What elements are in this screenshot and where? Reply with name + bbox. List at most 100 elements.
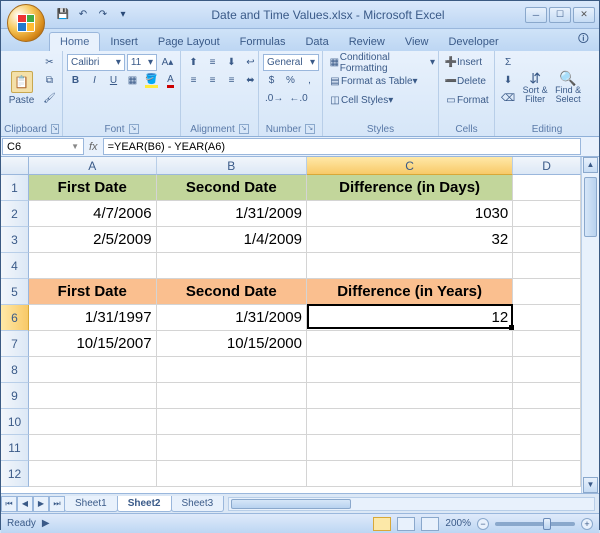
cell-A8[interactable] <box>29 357 157 383</box>
font-color-button[interactable]: A <box>162 72 179 89</box>
sheet-tab-sheet3[interactable]: Sheet3 <box>171 496 225 512</box>
bold-button[interactable]: B <box>67 72 84 89</box>
format-cells-button[interactable]: ▭Format <box>443 92 493 109</box>
cell-D9[interactable] <box>513 383 581 409</box>
tab-insert[interactable]: Insert <box>100 33 148 51</box>
zoom-in-button[interactable]: + <box>581 518 593 530</box>
sheet-tab-sheet1[interactable]: Sheet1 <box>64 496 118 512</box>
cell-A12[interactable] <box>29 461 157 487</box>
align-middle-button[interactable]: ≡ <box>204 54 221 71</box>
cell-B2[interactable]: 1/31/2009 <box>157 201 307 227</box>
cell-D6[interactable] <box>513 305 581 331</box>
underline-button[interactable]: U <box>105 72 122 89</box>
grow-font-button[interactable]: A▴ <box>159 54 176 71</box>
align-top-button[interactable]: ⬆ <box>185 54 202 71</box>
cell-C8[interactable] <box>307 357 513 383</box>
cell-B12[interactable] <box>157 461 307 487</box>
maximize-button[interactable]: ☐ <box>549 7 571 23</box>
cell-styles-button[interactable]: ◫Cell Styles ▾ <box>327 92 437 109</box>
fill-color-button[interactable]: 🪣 <box>143 72 160 89</box>
cell-C7[interactable] <box>307 331 513 357</box>
cell-A2[interactable]: 4/7/2006 <box>29 201 157 227</box>
cell-D7[interactable] <box>513 331 581 357</box>
cell-D12[interactable] <box>513 461 581 487</box>
minimize-button[interactable]: ─ <box>525 7 547 23</box>
tab-data[interactable]: Data <box>295 33 338 51</box>
cell-B3[interactable]: 1/4/2009 <box>157 227 307 253</box>
row-header-8[interactable]: 8 <box>1 357 29 383</box>
cell-B8[interactable] <box>157 357 307 383</box>
cell-B4[interactable] <box>157 253 307 279</box>
tab-formulas[interactable]: Formulas <box>230 33 296 51</box>
format-as-table-button[interactable]: ▤Format as Table ▾ <box>327 73 437 90</box>
column-header-B[interactable]: B <box>157 157 307 175</box>
help-icon[interactable]: 🛈 <box>574 28 593 51</box>
insert-cells-button[interactable]: ➕Insert <box>443 54 493 71</box>
cell-A5[interactable]: First Date <box>29 279 157 305</box>
sheet-tab-sheet2[interactable]: Sheet2 <box>117 496 172 512</box>
fx-button[interactable]: fx <box>89 141 98 153</box>
row-header-6[interactable]: 6 <box>1 305 29 331</box>
cell-A4[interactable] <box>29 253 157 279</box>
scroll-down-icon[interactable]: ▼ <box>583 477 598 493</box>
row-header-9[interactable]: 9 <box>1 383 29 409</box>
clipboard-dialog-icon[interactable]: ↘ <box>51 124 59 134</box>
find-select-button[interactable]: 🔍 Find & Select <box>553 54 583 122</box>
cell-A6[interactable]: 1/31/1997 <box>29 305 157 331</box>
font-dialog-icon[interactable]: ↘ <box>129 124 139 134</box>
border-button[interactable]: ▦ <box>124 72 141 89</box>
cell-C4[interactable] <box>307 253 513 279</box>
currency-button[interactable]: $ <box>263 72 280 89</box>
redo-icon[interactable]: ↷ <box>95 7 111 23</box>
percent-button[interactable]: % <box>282 72 299 89</box>
cell-C11[interactable] <box>307 435 513 461</box>
column-header-D[interactable]: D <box>513 157 581 175</box>
conditional-formatting-button[interactable]: ▦Conditional Formatting ▾ <box>327 54 437 71</box>
cell-B10[interactable] <box>157 409 307 435</box>
zoom-slider[interactable] <box>495 522 575 526</box>
italic-button[interactable]: I <box>86 72 103 89</box>
paste-button[interactable]: 📋 Paste <box>5 54 38 122</box>
prev-sheet-icon[interactable]: ◀ <box>17 496 33 512</box>
select-all-corner[interactable] <box>1 157 29 175</box>
page-layout-view-button[interactable] <box>397 517 415 531</box>
cell-B7[interactable]: 10/15/2000 <box>157 331 307 357</box>
number-format-combo[interactable]: General▾ <box>263 54 319 71</box>
clear-button[interactable]: ⌫ <box>499 90 517 107</box>
tab-page-layout[interactable]: Page Layout <box>148 33 230 51</box>
decrease-decimal-button[interactable]: ←.0 <box>287 90 309 107</box>
row-header-7[interactable]: 7 <box>1 331 29 357</box>
cell-C6[interactable]: 12 <box>307 305 513 331</box>
cell-C5[interactable]: Difference (in Years) <box>307 279 513 305</box>
cell-D1[interactable] <box>513 175 581 201</box>
align-right-button[interactable]: ≡ <box>223 72 240 89</box>
cell-B5[interactable]: Second Date <box>157 279 307 305</box>
cell-C12[interactable] <box>307 461 513 487</box>
save-icon[interactable]: 💾 <box>55 7 71 23</box>
horizontal-scroll-thumb[interactable] <box>231 499 351 509</box>
increase-decimal-button[interactable]: .0→ <box>263 90 285 107</box>
row-header-10[interactable]: 10 <box>1 409 29 435</box>
autosum-button[interactable]: Σ <box>499 54 517 71</box>
alignment-dialog-icon[interactable]: ↘ <box>239 124 249 134</box>
vertical-scroll-thumb[interactable] <box>584 177 597 237</box>
font-size-combo[interactable]: 11▾ <box>127 54 157 71</box>
cell-C2[interactable]: 1030 <box>307 201 513 227</box>
cell-B11[interactable] <box>157 435 307 461</box>
tab-developer[interactable]: Developer <box>438 33 508 51</box>
column-header-A[interactable]: A <box>29 157 157 175</box>
formula-input[interactable]: =YEAR(B6) - YEAR(A6) <box>103 138 581 155</box>
row-header-1[interactable]: 1 <box>1 175 29 201</box>
close-button[interactable]: ✕ <box>573 7 595 23</box>
undo-icon[interactable]: ↶ <box>75 7 91 23</box>
first-sheet-icon[interactable]: ⏮ <box>1 496 17 512</box>
cell-A3[interactable]: 2/5/2009 <box>29 227 157 253</box>
tab-review[interactable]: Review <box>339 33 395 51</box>
row-header-12[interactable]: 12 <box>1 461 29 487</box>
fill-button[interactable]: ⬇ <box>499 72 517 89</box>
qat-dropdown-icon[interactable]: ▾ <box>115 7 131 23</box>
zoom-level[interactable]: 200% <box>445 518 471 529</box>
cell-D11[interactable] <box>513 435 581 461</box>
cell-C9[interactable] <box>307 383 513 409</box>
row-header-5[interactable]: 5 <box>1 279 29 305</box>
